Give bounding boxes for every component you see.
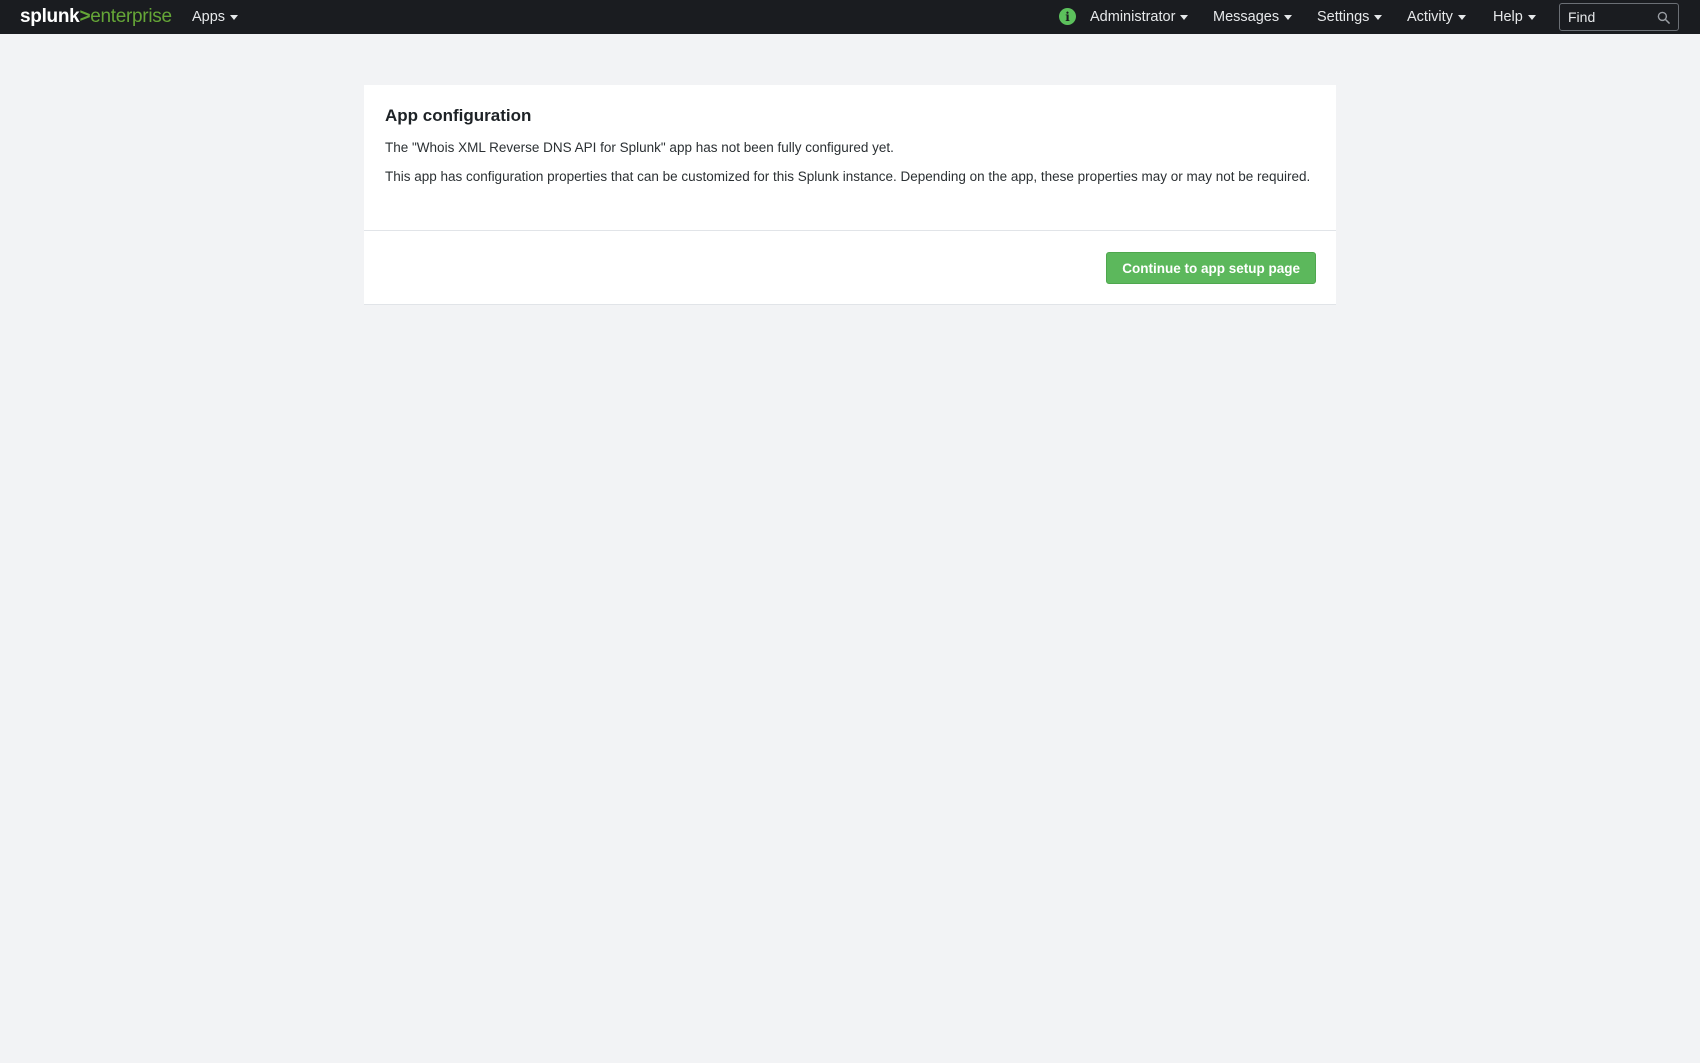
settings-menu-label: Settings (1317, 9, 1370, 25)
panel-footer: Continue to app setup page (364, 231, 1336, 304)
apps-menu[interactable]: Apps (192, 0, 239, 34)
logo-brand: splunk (20, 6, 80, 27)
splunk-enterprise-logo[interactable]: splunk>enterprise (20, 5, 172, 29)
chevron-down-icon (1527, 15, 1536, 20)
configuration-description: This app has configuration properties th… (385, 168, 1311, 184)
help-menu-label: Help (1493, 9, 1523, 25)
chevron-down-icon (1180, 15, 1189, 20)
chevron-down-icon (1457, 15, 1466, 20)
chevron-down-icon (1284, 15, 1293, 20)
logo-separator: > (79, 6, 91, 27)
search-icon[interactable] (1657, 11, 1670, 24)
help-menu[interactable]: Help (1493, 0, 1536, 34)
administrator-menu[interactable]: Administrator (1090, 0, 1189, 34)
messages-menu[interactable]: Messages (1213, 0, 1293, 34)
panel-body: App configuration The "Whois XML Reverse… (364, 85, 1336, 231)
configuration-status-message: The "Whois XML Reverse DNS API for Splun… (385, 140, 894, 155)
continue-to-app-setup-button[interactable]: Continue to app setup page (1106, 252, 1316, 284)
messages-menu-label: Messages (1213, 9, 1280, 25)
settings-menu[interactable]: Settings (1317, 0, 1383, 34)
activity-menu-label: Activity (1407, 9, 1453, 25)
logo-product: enterprise (90, 6, 172, 27)
chevron-down-icon (1374, 15, 1383, 20)
find-search-box[interactable] (1559, 3, 1679, 31)
administrator-menu-label: Administrator (1090, 9, 1176, 25)
find-input[interactable] (1560, 4, 1652, 30)
apps-menu-label: Apps (192, 9, 226, 25)
top-navigation-bar: splunk>enterprise Apps i Administrator M… (0, 0, 1700, 34)
app-configuration-panel: App configuration The "Whois XML Reverse… (364, 85, 1336, 305)
activity-menu[interactable]: Activity (1407, 0, 1466, 34)
info-icon[interactable]: i (1059, 8, 1076, 25)
chevron-down-icon (230, 15, 239, 20)
page-title: App configuration (385, 106, 532, 125)
